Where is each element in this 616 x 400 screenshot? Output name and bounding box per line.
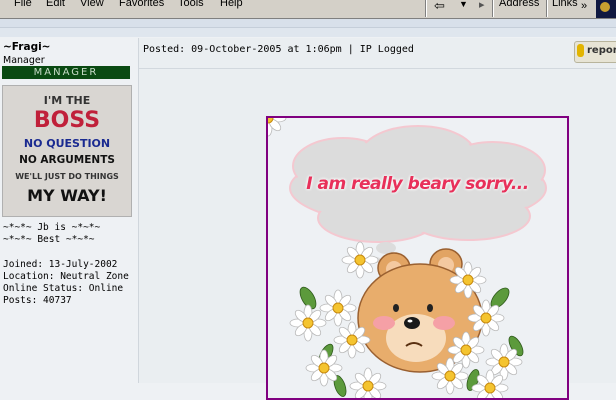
avatar-text-line: MY WAY! bbox=[27, 186, 107, 205]
chevron-right-icon[interactable]: » bbox=[581, 0, 587, 12]
report-button-label: report bbox=[587, 45, 616, 56]
author-joined: Joined: 13-July-2002 bbox=[3, 259, 118, 270]
signature-line: ~*~*~ Best ~*~*~ bbox=[3, 234, 95, 245]
author-username[interactable]: ~Fragi~ bbox=[3, 41, 50, 53]
back-arrow-icon[interactable]: ⇦ bbox=[434, 0, 445, 14]
author-post-count: Posts: 40737 bbox=[3, 295, 72, 306]
post-divider bbox=[139, 68, 616, 69]
toolbar-separator bbox=[492, 0, 494, 17]
toolbar-separator bbox=[425, 0, 427, 17]
report-button[interactable]: report bbox=[574, 41, 616, 63]
author-rank: Manager bbox=[3, 55, 45, 66]
post-image: I am really beary sorry... bbox=[266, 116, 569, 400]
avatar-text-line: BOSS bbox=[33, 108, 101, 133]
rank-badge: MANAGER bbox=[2, 66, 130, 79]
post-author-panel: ~Fragi~ Manager MANAGER I'M THE BOSS NO … bbox=[0, 38, 139, 383]
avatar: I'M THE BOSS NO QUESTION NO ARGUMENTS WE… bbox=[2, 85, 132, 217]
report-icon bbox=[577, 44, 584, 57]
image-caption: I am really beary sorry... bbox=[306, 174, 529, 194]
menu-edit[interactable]: Edit bbox=[46, 0, 65, 9]
toolbar-separator bbox=[546, 0, 548, 17]
menu-bar: File Edit View Favorites Tools Help ⇦ ▼ … bbox=[0, 0, 616, 19]
avatar-text-line: WE'LL JUST DO THINGS bbox=[15, 172, 119, 181]
post-header: Posted: 09-October-2005 at 1:06pm | IP L… bbox=[143, 44, 414, 55]
menu-help[interactable]: Help bbox=[220, 0, 243, 9]
author-location: Location: Neutral Zone bbox=[3, 271, 129, 282]
menu-tools[interactable]: Tools bbox=[178, 0, 204, 9]
signature-line: ~*~*~ Jb is ~*~*~ bbox=[3, 222, 101, 233]
post-body: Posted: 09-October-2005 at 1:06pm | IP L… bbox=[139, 38, 616, 400]
links-button[interactable]: Links bbox=[552, 0, 578, 9]
forum-header-strip bbox=[0, 28, 616, 37]
browser-logo-icon bbox=[596, 0, 616, 18]
menu-view[interactable]: View bbox=[80, 0, 104, 9]
avatar-text-line: I'M THE bbox=[43, 94, 91, 107]
avatar-text-line: NO QUESTION bbox=[23, 137, 111, 150]
bear-illustration bbox=[268, 118, 547, 398]
back-dropdown-icon[interactable]: ▼ bbox=[459, 0, 468, 9]
avatar-text-line: NO ARGUMENTS bbox=[19, 154, 115, 166]
address-label[interactable]: Address bbox=[499, 0, 539, 9]
forum-header-strip bbox=[0, 19, 616, 28]
author-online-status: Online Status: Online bbox=[3, 283, 124, 294]
menu-file[interactable]: File bbox=[14, 0, 32, 9]
forward-icon[interactable]: ▸ bbox=[479, 0, 485, 11]
menu-favorites[interactable]: Favorites bbox=[119, 0, 164, 9]
